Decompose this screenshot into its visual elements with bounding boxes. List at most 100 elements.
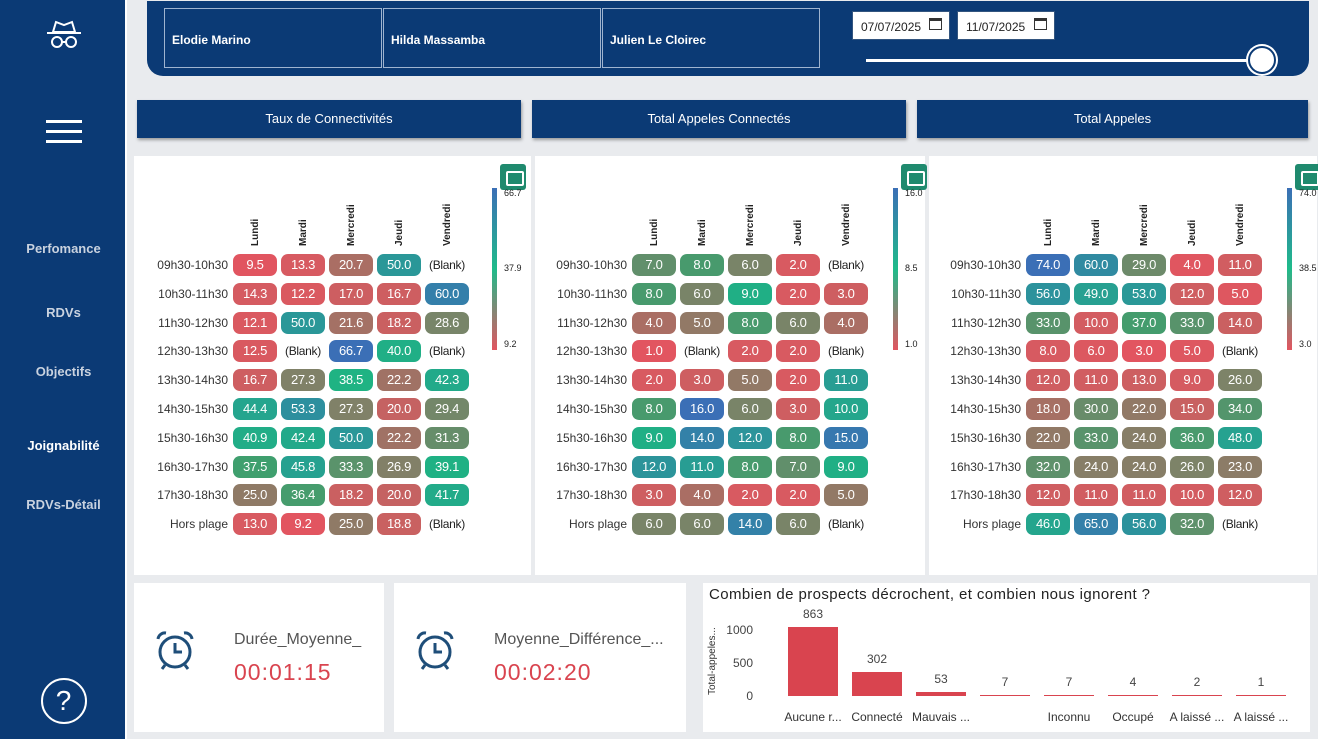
heatmap-cell[interactable]: 5.0 (728, 369, 772, 392)
heatmap-cell[interactable]: 8.0 (728, 455, 772, 478)
heatmap-cell[interactable]: 6.0 (776, 513, 820, 536)
heatmap-cell[interactable]: 26.0 (1170, 455, 1214, 478)
heatmap-cell[interactable]: 10.0 (824, 398, 868, 420)
heatmap-cell[interactable]: 4.0 (1170, 254, 1214, 276)
heatmap-cell[interactable]: 12.1 (233, 311, 277, 334)
heatmap-cell[interactable]: 33.3 (329, 455, 373, 478)
heatmap-cell[interactable]: 5.0 (824, 484, 868, 507)
heatmap-cell[interactable]: 15.0 (1170, 398, 1214, 420)
heatmap-cell[interactable]: 60.0 (425, 282, 469, 305)
heatmap-cell[interactable]: 8.0 (728, 311, 772, 334)
heatmap-cell[interactable]: (Blank) (425, 513, 469, 535)
heatmap-cell[interactable]: 12.2 (281, 282, 325, 305)
heatmap-cell[interactable]: 7.0 (632, 254, 676, 276)
heatmap-cell[interactable]: 8.0 (632, 398, 676, 420)
heatmap-cell[interactable]: 12.0 (1170, 282, 1214, 305)
heatmap-cell[interactable]: 14.0 (728, 513, 772, 536)
heatmap-cell[interactable]: 24.0 (1122, 455, 1166, 478)
heatmap-cell[interactable]: 2.0 (728, 340, 772, 363)
nav-rdvs[interactable]: RDVs (0, 305, 127, 320)
bar[interactable] (788, 626, 838, 696)
heatmap-cell[interactable]: 66.7 (329, 340, 373, 363)
heatmap-cell[interactable]: 20.0 (377, 484, 421, 507)
heatmap-cell[interactable]: 29.0 (1122, 254, 1166, 276)
heatmap-cell[interactable]: 8.0 (776, 426, 820, 449)
heatmap-cell[interactable]: 40.9 (233, 426, 277, 449)
heatmap-cell[interactable]: 9.5 (233, 254, 277, 276)
heatmap-cell[interactable]: 8.0 (680, 254, 724, 276)
heatmap-cell[interactable]: 56.0 (1026, 282, 1070, 305)
heatmap-cell[interactable]: 16.7 (377, 282, 421, 305)
heatmap-cell[interactable]: 18.2 (377, 311, 421, 334)
heatmap-cell[interactable]: 2.0 (776, 254, 820, 276)
nav-rdvs-detail[interactable]: RDVs-Détail (0, 497, 127, 512)
heatmap-cell[interactable]: 6.0 (680, 513, 724, 536)
heatmap-cell[interactable]: 38.5 (329, 369, 373, 392)
heatmap-cell[interactable]: 33.0 (1170, 311, 1214, 334)
heatmap-cell[interactable]: 16.7 (233, 369, 277, 392)
heatmap-cell[interactable]: 22.0 (1122, 398, 1166, 420)
heatmap-cell[interactable]: 12.0 (1026, 484, 1070, 507)
agent-filter-3[interactable]: Julien Le Cloirec (602, 8, 820, 68)
help-icon[interactable]: ? (0, 678, 127, 724)
bar[interactable] (1236, 695, 1286, 696)
nav-joignabilite[interactable]: Joignabilité (0, 438, 127, 453)
heatmap-cell[interactable]: 8.0 (1026, 340, 1070, 363)
heatmap-cell[interactable]: 26.9 (377, 455, 421, 478)
heatmap-cell[interactable]: 21.6 (329, 311, 373, 334)
heatmap-cell[interactable]: 14.0 (680, 426, 724, 449)
table-view-icon[interactable] (1295, 164, 1318, 190)
heatmap-cell[interactable]: 5.0 (1218, 282, 1262, 305)
heatmap-cell[interactable]: 20.0 (377, 398, 421, 420)
heatmap-cell[interactable]: 11.0 (1218, 254, 1262, 276)
heatmap-cell[interactable]: 37.0 (1122, 311, 1166, 334)
heatmap-cell[interactable]: 42.3 (425, 369, 469, 392)
heatmap-cell[interactable]: 6.0 (1074, 340, 1118, 363)
heatmap-cell[interactable]: 9.0 (1170, 369, 1214, 392)
heatmap-cell[interactable]: (Blank) (1218, 513, 1262, 535)
heatmap-cell[interactable]: 3.0 (1122, 340, 1166, 363)
heatmap-cell[interactable]: (Blank) (425, 340, 469, 362)
heatmap-cell[interactable]: 13.3 (281, 254, 325, 276)
heatmap-cell[interactable]: 18.2 (329, 484, 373, 507)
heatmap-cell[interactable]: 37.5 (233, 455, 277, 478)
heatmap-cell[interactable]: 5.0 (1170, 340, 1214, 363)
heatmap-cell[interactable]: 24.0 (1074, 455, 1118, 478)
agent-filter-1[interactable]: Elodie Marino (164, 8, 382, 68)
heatmap-cell[interactable]: (Blank) (680, 340, 724, 362)
heatmap-cell[interactable]: (Blank) (824, 513, 868, 535)
heatmap-cell[interactable]: 9.2 (281, 513, 325, 536)
heatmap-cell[interactable]: 33.0 (1074, 426, 1118, 449)
heatmap-cell[interactable]: 41.7 (425, 484, 469, 507)
heatmap-cell[interactable]: 74.0 (1026, 254, 1070, 276)
heatmap-cell[interactable]: 3.0 (824, 282, 868, 305)
heatmap-cell[interactable]: 28.6 (425, 311, 469, 334)
calendar-icon[interactable] (929, 18, 942, 30)
heatmap-cell[interactable]: 6.0 (632, 513, 676, 536)
date-range-slider-track[interactable] (866, 59, 1262, 62)
heatmap-cell[interactable]: 18.8 (377, 513, 421, 536)
heatmap-cell[interactable]: 12.0 (1026, 369, 1070, 392)
nav-performance[interactable]: Perfomance (0, 241, 127, 256)
heatmap-cell[interactable]: 11.0 (1074, 484, 1118, 507)
date-range-slider-handle[interactable] (1248, 46, 1276, 74)
heatmap-cell[interactable]: 8.0 (632, 282, 676, 305)
heatmap-cell[interactable]: 23.0 (1218, 455, 1262, 478)
heatmap-cell[interactable]: 13.0 (233, 513, 277, 536)
heatmap-cell[interactable]: 2.0 (632, 369, 676, 392)
heatmap-cell[interactable]: 29.4 (425, 398, 469, 420)
heatmap-cell[interactable]: 45.8 (281, 455, 325, 478)
heatmap-cell[interactable]: 30.0 (1074, 398, 1118, 420)
heatmap-cell[interactable]: 3.0 (632, 484, 676, 507)
heatmap-cell[interactable]: 20.7 (329, 254, 373, 276)
heatmap-cell[interactable]: 5.0 (680, 311, 724, 334)
calendar-icon[interactable] (1034, 18, 1047, 30)
bar[interactable] (916, 691, 966, 696)
heatmap-cell[interactable]: 50.0 (329, 426, 373, 449)
heatmap-cell[interactable]: 9.0 (728, 282, 772, 305)
heatmap-cell[interactable]: 9.0 (824, 455, 868, 478)
heatmap-cell[interactable]: 13.0 (1122, 369, 1166, 392)
heatmap-cell[interactable]: 36.4 (281, 484, 325, 507)
heatmap-cell[interactable]: (Blank) (824, 340, 868, 362)
heatmap-cell[interactable]: 50.0 (281, 311, 325, 334)
